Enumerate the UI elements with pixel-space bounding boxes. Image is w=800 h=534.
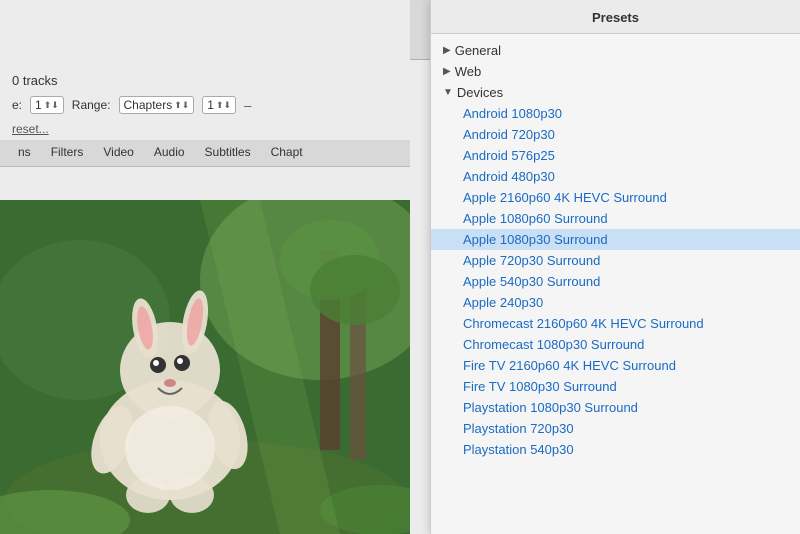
range-arrows: ⬆⬇ bbox=[174, 100, 189, 111]
preset-apple-2160p60[interactable]: Apple 2160p60 4K HEVC Surround bbox=[431, 187, 800, 208]
preset-firetv-1080p30[interactable]: Fire TV 1080p30 Surround bbox=[431, 376, 800, 397]
range-value: Chapters bbox=[124, 98, 173, 112]
preset-chromecast-1080p30[interactable]: Chromecast 1080p30 Surround bbox=[431, 334, 800, 355]
tab-chapters[interactable]: Chapt bbox=[261, 140, 313, 166]
tab-audio[interactable]: Audio bbox=[144, 140, 195, 166]
title-row: e: 1 ⬆⬇ Range: Chapters ⬆⬇ 1 ⬆⬇ – bbox=[0, 92, 410, 118]
presets-panel: Presets ▶ General ▶ Web ▼ Devices Androi… bbox=[430, 0, 800, 534]
preset-android-480p30[interactable]: Android 480p30 bbox=[431, 166, 800, 187]
preset-android-720p30[interactable]: Android 720p30 bbox=[431, 124, 800, 145]
tracks-label: 0 tracks bbox=[12, 73, 58, 88]
general-label: General bbox=[455, 43, 501, 58]
preset-apple-1080p60[interactable]: Apple 1080p60 Surround bbox=[431, 208, 800, 229]
preset-apple-240p30[interactable]: Apple 240p30 bbox=[431, 292, 800, 313]
web-label: Web bbox=[455, 64, 482, 79]
preset-apple-720p30[interactable]: Apple 720p30 Surround bbox=[431, 250, 800, 271]
chapter-arrows: ⬆⬇ bbox=[216, 100, 231, 111]
presets-title: Presets bbox=[592, 10, 639, 25]
range-select[interactable]: Chapters ⬆⬇ bbox=[119, 96, 195, 114]
section-devices[interactable]: ▼ Devices bbox=[431, 82, 800, 103]
dash: – bbox=[244, 98, 251, 113]
title-label: e: bbox=[12, 98, 22, 112]
presets-list[interactable]: ▶ General ▶ Web ▼ Devices Android 1080p3… bbox=[431, 34, 800, 508]
title-stepper[interactable]: 1 ⬆⬇ bbox=[30, 96, 64, 114]
preset-playstation-1080p30[interactable]: Playstation 1080p30 Surround bbox=[431, 397, 800, 418]
chapter-value: 1 bbox=[207, 98, 214, 112]
chapter-stepper[interactable]: 1 ⬆⬇ bbox=[202, 96, 236, 114]
tab-ns[interactable]: ns bbox=[8, 140, 41, 166]
preset-android-576p25[interactable]: Android 576p25 bbox=[431, 145, 800, 166]
section-general[interactable]: ▶ General bbox=[431, 40, 800, 61]
preset-apple-540p30[interactable]: Apple 540p30 Surround bbox=[431, 271, 800, 292]
left-panel: 0 tracks e: 1 ⬆⬇ Range: Chapters ⬆⬇ 1 ⬆⬇… bbox=[0, 0, 410, 534]
range-label: Range: bbox=[72, 98, 111, 112]
section-web[interactable]: ▶ Web bbox=[431, 61, 800, 82]
video-preview bbox=[0, 200, 410, 534]
tab-video[interactable]: Video bbox=[93, 140, 143, 166]
web-triangle: ▶ bbox=[443, 66, 451, 77]
preset-chromecast-2160p60[interactable]: Chromecast 2160p60 4K HEVC Surround bbox=[431, 313, 800, 334]
devices-label: Devices bbox=[457, 85, 503, 100]
tab-filters[interactable]: Filters bbox=[41, 140, 94, 166]
tabs-bar: ns Filters Video Audio Subtitles Chapt bbox=[0, 140, 410, 167]
title-value: 1 bbox=[35, 98, 42, 112]
presets-panel-header: Presets bbox=[431, 0, 800, 34]
general-triangle: ▶ bbox=[443, 45, 451, 56]
stepper-arrows: ⬆⬇ bbox=[44, 100, 59, 111]
preset-playstation-720p30[interactable]: Playstation 720p30 bbox=[431, 418, 800, 439]
preset-android-1080p30[interactable]: Android 1080p30 bbox=[431, 103, 800, 124]
preset-apple-1080p30[interactable]: Apple 1080p30 Surround bbox=[431, 229, 800, 250]
reset-link[interactable]: reset... bbox=[0, 118, 410, 140]
tracks-info: 0 tracks bbox=[0, 65, 410, 92]
tab-subtitles[interactable]: Subtitles bbox=[195, 140, 261, 166]
devices-triangle: ▼ bbox=[443, 87, 453, 98]
preset-firetv-2160p60[interactable]: Fire TV 2160p60 4K HEVC Surround bbox=[431, 355, 800, 376]
preset-playstation-540p30[interactable]: Playstation 540p30 bbox=[431, 439, 800, 460]
